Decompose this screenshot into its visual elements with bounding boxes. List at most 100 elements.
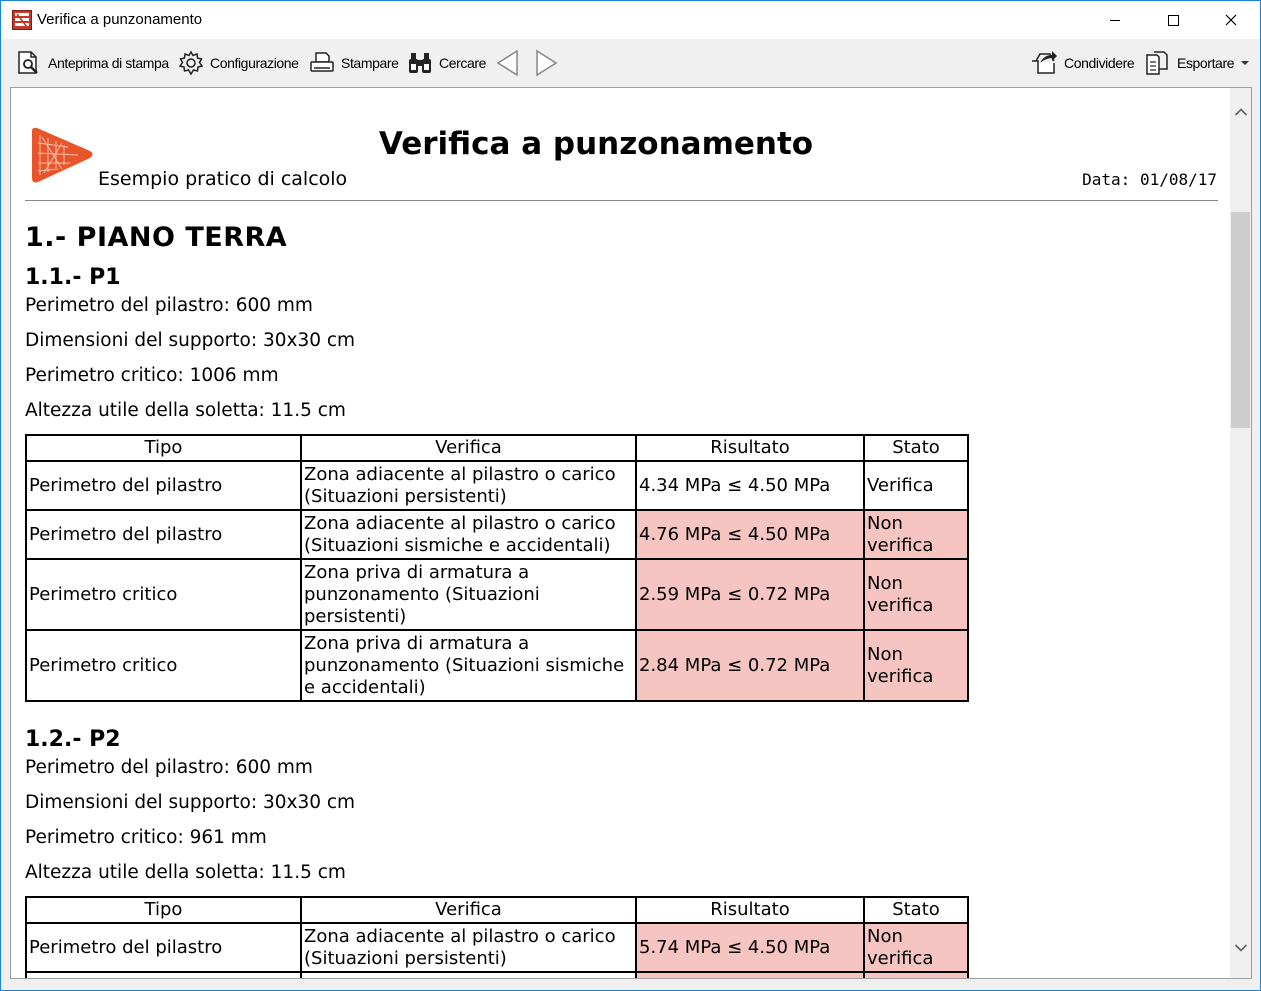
search-label: Cercare: [439, 55, 486, 71]
binoculars-icon: [409, 53, 431, 73]
export-icon: [1146, 51, 1168, 75]
arrow-left-icon: [496, 49, 518, 77]
header-divider: [25, 200, 1218, 201]
cell-risultato: 5.74 MPa ≤ 4.50 MPa: [635, 922, 865, 973]
app-icon: [12, 10, 32, 30]
title-bar: Verifica a punzonamento: [1, 1, 1260, 39]
maximize-icon: [1168, 15, 1179, 26]
column-heading-p1: 1.1.- P1: [25, 265, 121, 290]
cell-risultato: 2.84 MPa ≤ 0.72 MPa: [635, 629, 865, 702]
p1-results-table: Tipo Verifica Risultato Stato Perimetro …: [25, 434, 969, 702]
cell-risultato: 2.59 MPa ≤ 0.72 MPa: [635, 558, 865, 631]
header-risultato: Risultato: [635, 434, 865, 462]
p2-support-dimensions: Dimensioni del supporto: 30x30 cm: [25, 792, 356, 813]
previous-button[interactable]: [495, 39, 527, 87]
cell-tipo: [25, 971, 302, 978]
minimize-button[interactable]: [1086, 1, 1144, 39]
chevron-down-icon: [1234, 944, 1247, 952]
next-button[interactable]: [533, 39, 565, 87]
print-button[interactable]: Stampare: [309, 39, 399, 87]
table-row: Perimetro del pilastro Zona adiacente al…: [25, 922, 969, 973]
cell-tipo: Perimetro critico: [25, 558, 302, 631]
close-button[interactable]: [1202, 1, 1260, 39]
toolbar: Anteprima di stampa Configurazione Stamp…: [1, 39, 1260, 87]
cell-verifica: Zona adiacente al pilastro o carico (Sit…: [300, 509, 637, 560]
table-header-row: Tipo Verifica Risultato Stato: [25, 434, 969, 462]
chevron-up-icon: [1234, 108, 1247, 116]
print-label: Stampare: [341, 55, 399, 71]
cell-verifica: [300, 971, 637, 978]
p2-critical-perimeter: Perimetro critico: 961 mm: [25, 827, 267, 848]
cell-verifica: Zona adiacente al pilastro o carico (Sit…: [300, 922, 637, 973]
table-row: [25, 971, 969, 978]
header-verifica: Verifica: [300, 896, 637, 924]
p1-support-dimensions: Dimensioni del supporto: 30x30 cm: [25, 330, 356, 351]
export-button[interactable]: Esportare: [1145, 39, 1251, 87]
p1-column-perimeter: Perimetro del pilastro: 600 mm: [25, 295, 313, 316]
printer-icon: [310, 52, 334, 72]
search-button[interactable]: Cercare: [407, 39, 486, 87]
app-window: Verifica a punzonamento Anteprima di sta…: [0, 0, 1261, 991]
table-row: Perimetro critico Zona priva di armatura…: [25, 629, 969, 702]
print-preview-button[interactable]: Anteprima di stampa: [16, 39, 169, 87]
cell-tipo: Perimetro del pilastro: [25, 922, 302, 973]
header-stato: Stato: [863, 896, 969, 924]
arrow-right-icon: [536, 49, 558, 77]
cell-tipo: Perimetro del pilastro: [25, 509, 302, 560]
report-viewport[interactable]: Verifica a punzonamento Esempio pratico …: [10, 87, 1252, 979]
table-row: Perimetro del pilastro Zona adiacente al…: [25, 509, 969, 560]
report-title: Verifica a punzonamento: [11, 126, 1181, 162]
cell-stato: Non verifica: [863, 629, 969, 702]
print-preview-icon: [18, 51, 38, 74]
table-row: Perimetro del pilastro Zona adiacente al…: [25, 460, 969, 511]
maximize-button[interactable]: [1144, 1, 1202, 39]
export-label: Esportare: [1177, 55, 1235, 71]
cell-stato: Non verifica: [863, 558, 969, 631]
report-date: Data: 01/08/17: [1082, 170, 1217, 189]
cell-verifica: Zona priva di armatura a punzonamento (S…: [300, 558, 637, 631]
p2-results-table: Tipo Verifica Risultato Stato Perimetro …: [25, 896, 969, 978]
section-heading: 1.- PIANO TERRA: [25, 222, 288, 253]
cell-tipo: Perimetro critico: [25, 629, 302, 702]
header-tipo: Tipo: [25, 434, 302, 462]
close-icon: [1225, 14, 1237, 26]
cell-risultato: 4.76 MPa ≤ 4.50 MPa: [635, 509, 865, 560]
table-header-row: Tipo Verifica Risultato Stato: [25, 896, 969, 924]
cell-verifica: Zona priva di armatura a punzonamento (S…: [300, 629, 637, 702]
cell-stato: Non verifica: [863, 509, 969, 560]
cell-stato: [863, 971, 969, 978]
scroll-up-button[interactable]: [1230, 102, 1251, 122]
header-verifica: Verifica: [300, 434, 637, 462]
header-stato: Stato: [863, 434, 969, 462]
column-heading-p2: 1.2.- P2: [25, 727, 121, 752]
p2-slab-depth: Altezza utile della soletta: 11.5 cm: [25, 862, 346, 883]
minimize-icon: [1110, 20, 1120, 21]
window-title: Verifica a punzonamento: [37, 11, 203, 28]
share-icon: [1032, 51, 1057, 74]
share-label: Condividere: [1064, 55, 1135, 71]
p1-slab-depth: Altezza utile della soletta: 11.5 cm: [25, 400, 346, 421]
cell-risultato: [635, 971, 865, 978]
gear-icon: [178, 50, 204, 76]
vertical-scrollbar[interactable]: [1230, 88, 1251, 978]
p1-critical-perimeter: Perimetro critico: 1006 mm: [25, 365, 279, 386]
header-tipo: Tipo: [25, 896, 302, 924]
cell-tipo: Perimetro del pilastro: [25, 460, 302, 511]
report-subtitle: Esempio pratico di calcolo: [98, 168, 348, 190]
scroll-thumb[interactable]: [1231, 212, 1250, 428]
report-title-text: Verifica a punzonamento: [378, 126, 814, 162]
p2-column-perimeter: Perimetro del pilastro: 600 mm: [25, 757, 313, 778]
scroll-down-button[interactable]: [1230, 938, 1251, 958]
configuration-button[interactable]: Configurazione: [178, 39, 299, 87]
configuration-label: Configurazione: [210, 55, 299, 71]
cell-stato: Non verifica: [863, 922, 969, 973]
header-risultato: Risultato: [635, 896, 865, 924]
cell-stato: Verifica: [863, 460, 969, 511]
chevron-down-icon: [1241, 61, 1250, 65]
share-button[interactable]: Condividere: [1030, 39, 1135, 87]
table-row: Perimetro critico Zona priva di armatura…: [25, 558, 969, 631]
cell-verifica: Zona adiacente al pilastro o carico (Sit…: [300, 460, 637, 511]
report-page: Verifica a punzonamento Esempio pratico …: [11, 88, 1231, 978]
cell-risultato: 4.34 MPa ≤ 4.50 MPa: [635, 460, 865, 511]
print-preview-label: Anteprima di stampa: [48, 55, 169, 71]
